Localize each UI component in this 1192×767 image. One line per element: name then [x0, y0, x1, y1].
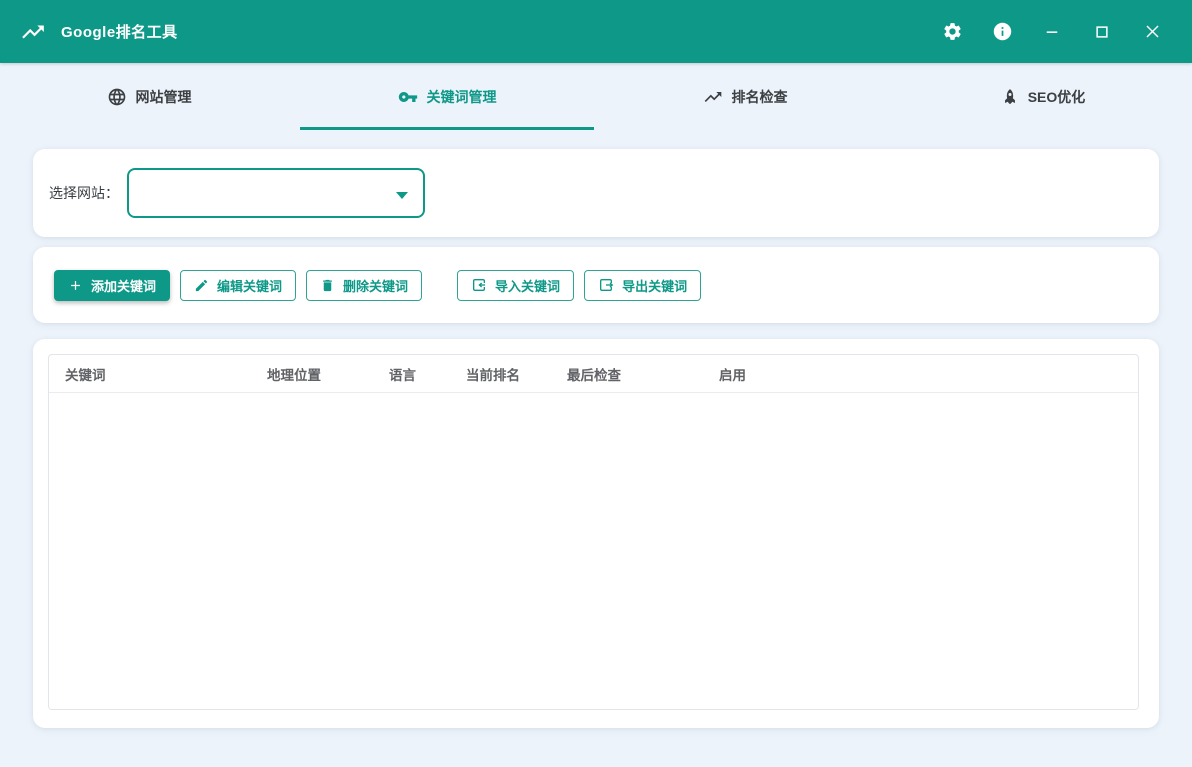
col-keyword: 关键词: [65, 364, 267, 384]
col-enabled: 启用: [719, 364, 1138, 384]
col-language: 语言: [389, 364, 466, 384]
app-title: Google排名工具: [61, 21, 178, 42]
export-icon: [598, 277, 614, 293]
trending-up-icon: [20, 19, 46, 45]
button-label: 导入关键词: [495, 276, 560, 295]
pencil-icon: [194, 278, 209, 293]
button-label: 编辑关键词: [217, 276, 282, 295]
minimize-icon[interactable]: [1040, 20, 1064, 44]
col-location: 地理位置: [267, 364, 389, 384]
button-label: 删除关键词: [343, 276, 408, 295]
globe-icon: [107, 87, 127, 107]
dropdown-arrow-icon: [396, 192, 408, 199]
tab-seo-optimize[interactable]: SEO优化: [894, 63, 1192, 130]
tabbar: 网站管理 关键词管理 排名检查 SEO优化: [0, 63, 1192, 130]
tab-label: 网站管理: [136, 87, 192, 107]
col-last-check: 最后检查: [567, 364, 719, 384]
col-current-rank: 当前排名: [466, 364, 567, 384]
delete-keyword-button[interactable]: 删除关键词: [306, 270, 422, 301]
titlebar: Google排名工具: [0, 0, 1192, 63]
tab-rank-check[interactable]: 排名检查: [596, 63, 894, 130]
maximize-icon[interactable]: [1090, 20, 1114, 44]
rocket-icon: [1001, 88, 1019, 106]
table-header-row: 关键词 地理位置 语言 当前排名 最后检查 启用: [49, 355, 1138, 393]
button-label: 添加关键词: [91, 276, 156, 295]
tab-keyword-management[interactable]: 关键词管理: [298, 63, 596, 130]
button-label: 导出关键词: [622, 276, 687, 295]
trash-icon: [320, 278, 335, 293]
import-icon: [471, 277, 487, 293]
tab-site-management[interactable]: 网站管理: [0, 63, 298, 130]
import-keyword-button[interactable]: 导入关键词: [457, 270, 574, 301]
tab-label: SEO优化: [1028, 87, 1086, 107]
edit-keyword-button[interactable]: 编辑关键词: [180, 270, 296, 301]
window-controls: [940, 20, 1164, 44]
trending-up-icon: [703, 87, 723, 107]
site-select-label: 选择网站：: [49, 183, 119, 203]
key-icon: [398, 87, 418, 107]
tab-label: 关键词管理: [427, 87, 497, 107]
site-selector-card: 选择网站：: [33, 149, 1159, 237]
keyword-toolbar-card: 添加关键词 编辑关键词 删除关键词 导入关键词 导出关键词: [33, 247, 1159, 323]
site-select[interactable]: [127, 168, 425, 218]
settings-gear-icon[interactable]: [940, 20, 964, 44]
close-icon[interactable]: [1140, 20, 1164, 44]
export-keyword-button[interactable]: 导出关键词: [584, 270, 701, 301]
keyword-table: 关键词 地理位置 语言 当前排名 最后检查 启用: [48, 354, 1139, 710]
info-icon[interactable]: [990, 20, 1014, 44]
plus-icon: [68, 278, 83, 293]
table-body-empty: [49, 393, 1138, 710]
tab-label: 排名检查: [732, 87, 788, 107]
add-keyword-button[interactable]: 添加关键词: [54, 270, 170, 301]
keyword-table-card: 关键词 地理位置 语言 当前排名 最后检查 启用: [33, 339, 1159, 728]
